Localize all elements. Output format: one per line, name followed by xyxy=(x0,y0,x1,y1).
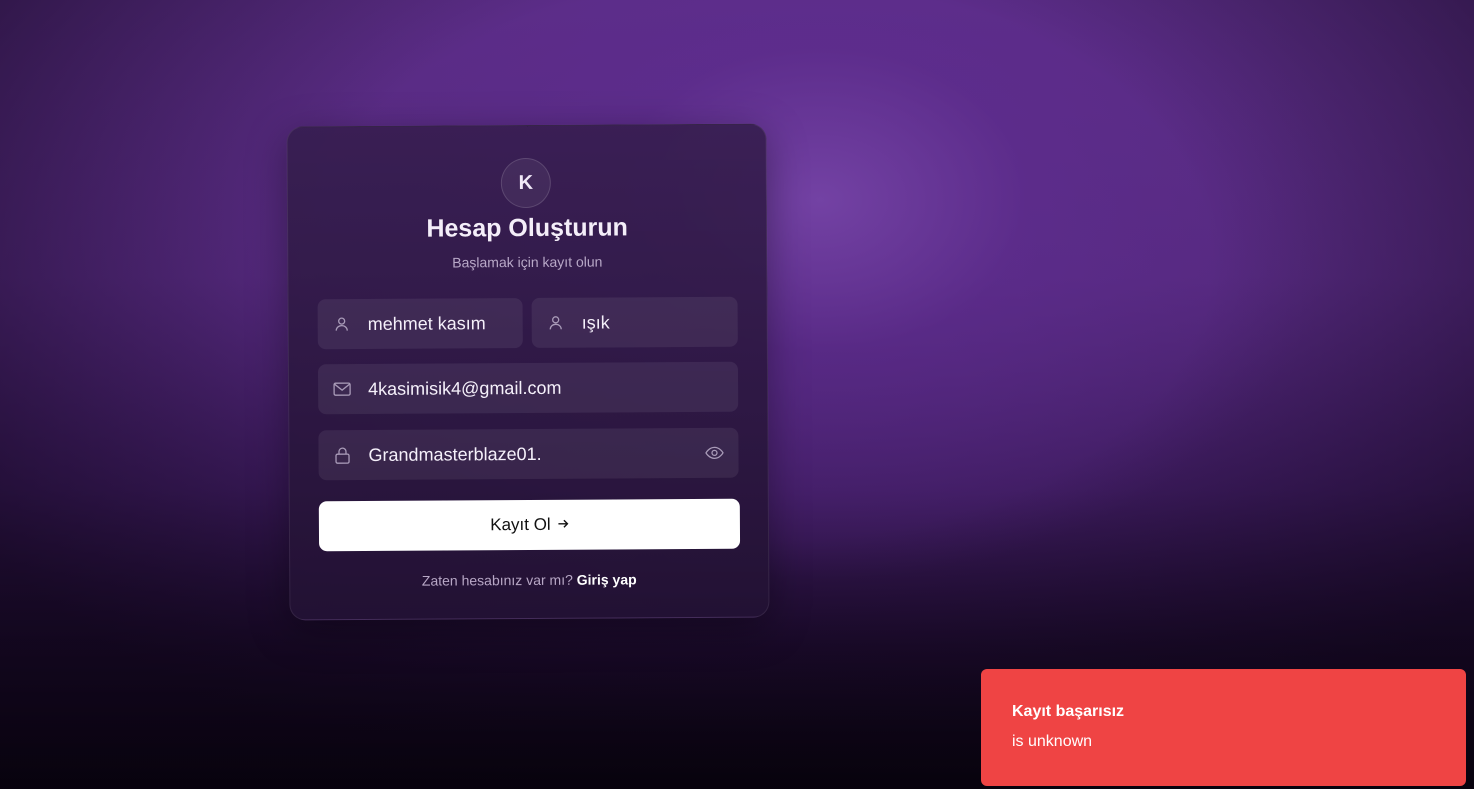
first-name-value: mehmet kasım xyxy=(367,312,486,334)
register-button-label: Kayıt Ol xyxy=(490,514,551,535)
register-button[interactable]: Kayıt Ol xyxy=(318,498,741,552)
toast-title: Kayıt başarısız xyxy=(1012,703,1125,720)
last-name-field[interactable]: ışık xyxy=(531,296,738,348)
mail-icon xyxy=(332,379,352,399)
page-title: Hesap Oluşturun xyxy=(426,213,628,243)
user-icon xyxy=(332,314,352,334)
email-value: 4kasimisik4@gmail.com xyxy=(368,377,562,399)
page-subtitle: Başlamak için kayıt olun xyxy=(452,253,603,271)
logo-avatar: K xyxy=(500,157,551,209)
password-value: Grandmasterblaze01. xyxy=(368,443,542,465)
eye-icon[interactable] xyxy=(704,443,724,463)
error-toast[interactable]: Kayıt başarısız is unknown xyxy=(981,669,1466,786)
register-card: K Hesap Oluşturun Başlamak için kayıt ol… xyxy=(286,123,770,621)
login-link[interactable]: Giriş yap xyxy=(577,571,637,587)
login-prompt: Zaten hesabınız var mı? Giriş yap xyxy=(290,571,768,590)
first-name-field[interactable]: mehmet kasım xyxy=(317,298,523,350)
toast-message: is unknown xyxy=(1012,733,1093,750)
arrow-right-icon xyxy=(557,515,569,535)
last-name-value: ışık xyxy=(581,312,610,333)
lock-icon xyxy=(332,445,352,465)
login-prompt-text: Zaten hesabınız var mı? xyxy=(421,571,573,589)
user-icon xyxy=(546,313,566,333)
password-field[interactable]: Grandmasterblaze01. xyxy=(318,427,739,481)
email-field[interactable]: 4kasimisik4@gmail.com xyxy=(317,361,739,415)
